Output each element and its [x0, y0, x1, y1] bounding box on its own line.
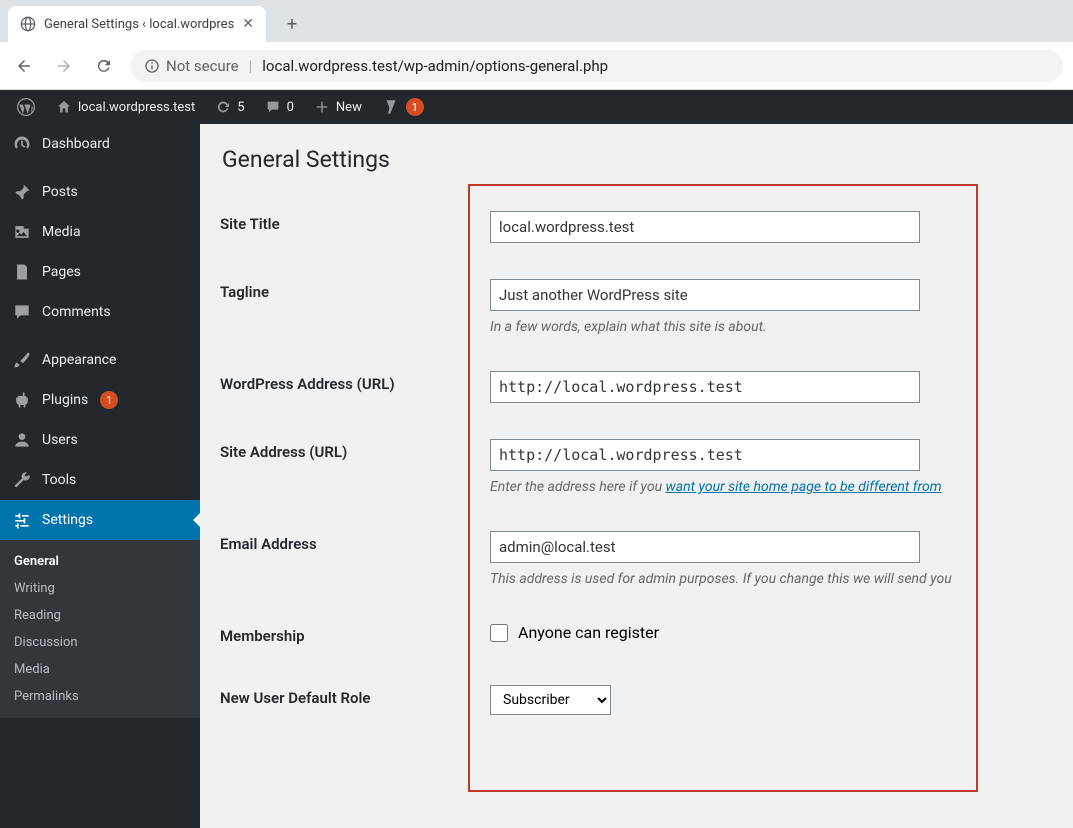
- menu-label: Pages: [42, 264, 81, 280]
- brush-icon: [12, 350, 32, 370]
- site-address-desc: Enter the address here if you want your …: [490, 479, 1043, 495]
- new-link[interactable]: New: [304, 90, 372, 124]
- settings-form: Site Title Tagline In a few words, expla…: [220, 193, 1053, 733]
- menu-label: Comments: [42, 304, 111, 320]
- divider: |: [249, 57, 253, 75]
- membership-checkbox-label[interactable]: Anyone can register: [490, 623, 1043, 642]
- yoast-link[interactable]: 1: [372, 90, 434, 124]
- not-secure-label: Not secure: [166, 57, 239, 75]
- menu-label: Dashboard: [42, 136, 110, 152]
- menu-label: Appearance: [42, 352, 116, 368]
- forward-button[interactable]: [50, 52, 78, 80]
- wp-admin-bar: local.wordpress.test 5 0 New 1: [0, 90, 1073, 124]
- dashboard-icon: [12, 134, 32, 154]
- info-icon: [144, 58, 160, 74]
- menu-label: Settings: [42, 512, 93, 528]
- submenu-permalinks[interactable]: Permalinks: [0, 683, 200, 710]
- site-address-help-link[interactable]: want your site home page to be different…: [666, 479, 942, 495]
- yoast-badge: 1: [406, 98, 424, 116]
- menu-comments[interactable]: Comments: [0, 292, 200, 332]
- menu-label: Users: [42, 432, 78, 448]
- wp-logo[interactable]: [6, 90, 46, 124]
- email-label: Email Address: [220, 513, 480, 605]
- close-tab-icon[interactable]: ✕: [242, 16, 254, 32]
- menu-appearance[interactable]: Appearance: [0, 340, 200, 380]
- browser-tab-strip: General Settings ‹ local.wordpres ✕ +: [0, 0, 1073, 42]
- site-address-input[interactable]: [490, 439, 920, 471]
- security-indicator[interactable]: Not secure: [144, 57, 239, 75]
- new-label: New: [336, 100, 362, 115]
- menu-label: Plugins: [42, 392, 88, 408]
- yoast-icon: [382, 98, 400, 116]
- updates-link[interactable]: 5: [205, 90, 254, 124]
- menu-plugins[interactable]: Plugins 1: [0, 380, 200, 420]
- content-area: General Settings Site Title Tagline In a…: [200, 124, 1073, 828]
- url-text: local.wordpress.test/wp-admin/options-ge…: [262, 57, 608, 75]
- menu-label: Media: [42, 224, 81, 240]
- submenu-writing[interactable]: Writing: [0, 575, 200, 602]
- favicon-icon: [20, 16, 36, 32]
- membership-label: Membership: [220, 605, 480, 667]
- tagline-input[interactable]: [490, 279, 920, 311]
- menu-tools[interactable]: Tools: [0, 460, 200, 500]
- page-title: General Settings: [222, 146, 1053, 173]
- address-bar[interactable]: Not secure | local.wordpress.test/wp-adm…: [130, 50, 1063, 82]
- site-link[interactable]: local.wordpress.test: [46, 90, 205, 124]
- site-title-label: Site Title: [220, 193, 480, 261]
- plug-icon: [12, 390, 32, 410]
- user-icon: [12, 430, 32, 450]
- reload-button[interactable]: [90, 52, 118, 80]
- default-role-select[interactable]: Subscriber: [490, 685, 611, 715]
- site-title-input[interactable]: [490, 211, 920, 243]
- comments-link[interactable]: 0: [255, 90, 304, 124]
- wp-address-label: WordPress Address (URL): [220, 353, 480, 421]
- settings-submenu: General Writing Reading Discussion Media…: [0, 540, 200, 718]
- plus-icon: [314, 99, 330, 115]
- menu-label: Tools: [42, 472, 76, 488]
- browser-tab[interactable]: General Settings ‹ local.wordpres ✕: [8, 6, 266, 42]
- page-icon: [12, 262, 32, 282]
- comment-icon: [265, 99, 281, 115]
- pin-icon: [12, 182, 32, 202]
- membership-checkbox[interactable]: [490, 624, 508, 642]
- submenu-discussion[interactable]: Discussion: [0, 629, 200, 656]
- menu-media[interactable]: Media: [0, 212, 200, 252]
- sliders-icon: [12, 510, 32, 530]
- submenu-general[interactable]: General: [0, 548, 200, 575]
- back-button[interactable]: [10, 52, 38, 80]
- menu-dashboard[interactable]: Dashboard: [0, 124, 200, 164]
- plugins-badge: 1: [100, 391, 118, 409]
- new-tab-button[interactable]: +: [278, 10, 306, 38]
- submenu-media[interactable]: Media: [0, 656, 200, 683]
- submenu-reading[interactable]: Reading: [0, 602, 200, 629]
- tagline-desc: In a few words, explain what this site i…: [490, 319, 1043, 335]
- media-icon: [12, 222, 32, 242]
- email-desc: This address is used for admin purposes.…: [490, 571, 1043, 587]
- menu-users[interactable]: Users: [0, 420, 200, 460]
- menu-label: Posts: [42, 184, 78, 200]
- tab-title: General Settings ‹ local.wordpres: [44, 17, 234, 32]
- site-address-label: Site Address (URL): [220, 421, 480, 513]
- wp-address-input[interactable]: [490, 371, 920, 403]
- home-icon: [56, 99, 72, 115]
- updates-count: 5: [237, 100, 244, 115]
- comments-count: 0: [287, 100, 294, 115]
- menu-settings[interactable]: Settings: [0, 500, 200, 540]
- menu-pages[interactable]: Pages: [0, 252, 200, 292]
- comment-icon: [12, 302, 32, 322]
- email-input[interactable]: [490, 531, 920, 563]
- menu-posts[interactable]: Posts: [0, 172, 200, 212]
- browser-toolbar: Not secure | local.wordpress.test/wp-adm…: [0, 42, 1073, 90]
- default-role-label: New User Default Role: [220, 667, 480, 733]
- tagline-label: Tagline: [220, 261, 480, 353]
- wordpress-icon: [16, 97, 36, 117]
- admin-sidebar: Dashboard Posts Media Pages Comments App…: [0, 124, 200, 828]
- membership-text: Anyone can register: [518, 623, 659, 642]
- wrench-icon: [12, 470, 32, 490]
- site-name: local.wordpress.test: [78, 100, 195, 115]
- updates-icon: [215, 99, 231, 115]
